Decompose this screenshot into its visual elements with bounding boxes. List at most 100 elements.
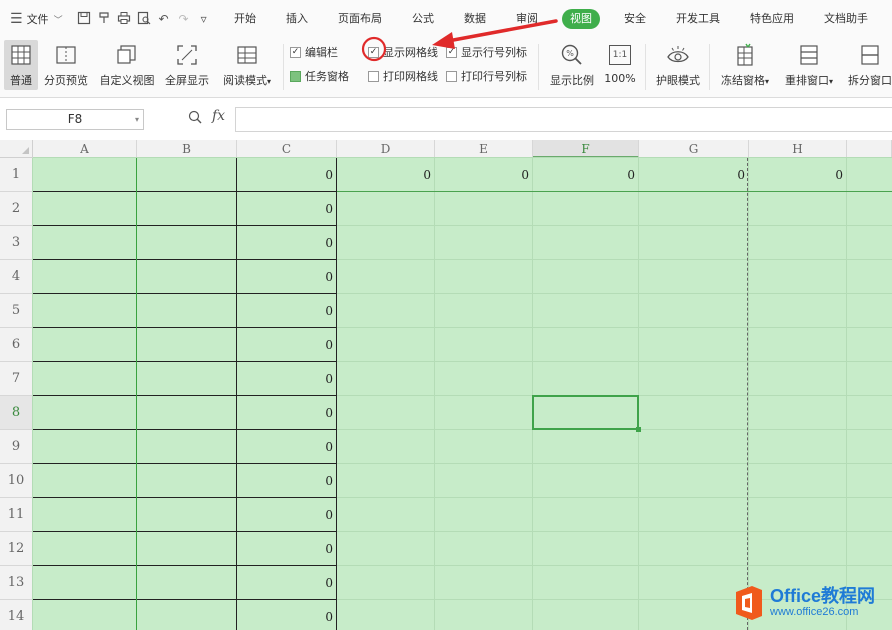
cell-d1[interactable]: 0 <box>337 158 434 192</box>
row-header-12[interactable]: 12 <box>0 532 33 566</box>
hamburger-icon: ☰ <box>10 11 23 27</box>
row-header-3[interactable]: 3 <box>0 226 33 260</box>
freeze-panes-button[interactable]: 冻结窗格▾ <box>716 40 774 90</box>
column-header-a[interactable]: A <box>33 140 137 158</box>
cell-e1[interactable]: 0 <box>435 158 532 192</box>
gridline <box>532 158 533 630</box>
cell-c2[interactable]: 0 <box>237 192 336 226</box>
row-header-10[interactable]: 10 <box>0 464 33 498</box>
watermark: Office教程网 www.office26.com <box>732 578 892 630</box>
cell-c11[interactable]: 0 <box>237 498 336 532</box>
normal-view-button[interactable]: 普通 <box>4 40 38 90</box>
edit-bar-checkbox[interactable]: ✓ 编辑栏 <box>290 44 338 60</box>
print-icon[interactable] <box>114 11 134 28</box>
name-box-value: F8 <box>67 112 83 126</box>
row-header-7[interactable]: 7 <box>0 362 33 396</box>
column-header-d[interactable]: D <box>337 140 435 158</box>
page-break-line <box>747 158 748 630</box>
cell-c12[interactable]: 0 <box>237 532 336 566</box>
cell-c4[interactable]: 0 <box>237 260 336 294</box>
task-pane-checkbox[interactable]: 任务窗格 <box>290 68 349 84</box>
fullscreen-button[interactable]: 全屏显示 <box>162 40 212 90</box>
column-header-partial[interactable] <box>847 140 892 158</box>
column-header-h[interactable]: H <box>749 140 847 158</box>
cell-c3[interactable]: 0 <box>237 226 336 260</box>
print-preview-icon[interactable] <box>134 11 154 28</box>
save-icon[interactable] <box>74 11 94 28</box>
column-header-b[interactable]: B <box>137 140 237 158</box>
checkbox-checked-icon: ✓ <box>290 46 301 58</box>
column-header-e[interactable]: E <box>435 140 533 158</box>
tab-home[interactable]: 开始 <box>228 9 262 29</box>
cell-c8[interactable]: 0 <box>237 396 336 430</box>
row-header-4[interactable]: 4 <box>0 260 33 294</box>
cell-c5[interactable]: 0 <box>237 294 336 328</box>
page-break-preview-button[interactable]: 分页预览 <box>42 40 90 90</box>
row-header-2[interactable]: 2 <box>0 192 33 226</box>
show-row-col-headers-checkbox[interactable]: ✓ 显示行号列标 <box>446 44 527 60</box>
freeze-panes-icon <box>731 42 759 68</box>
eye-protection-button[interactable]: 护眼模式 <box>652 40 704 90</box>
show-row-col-headers-label: 显示行号列标 <box>461 46 527 59</box>
insert-function-button[interactable]: fx <box>212 108 225 124</box>
tab-doc-assistant[interactable]: 文档助手 <box>818 9 874 29</box>
cell-c7[interactable]: 0 <box>237 362 336 396</box>
cell-c6[interactable]: 0 <box>237 328 336 362</box>
zoom-100-button[interactable]: 1:1 100% <box>602 40 638 90</box>
row-header-9[interactable]: 9 <box>0 430 33 464</box>
customize-dropdown-icon[interactable]: ▿ <box>194 12 214 26</box>
freeze-panes-label: 冻结窗格▾ <box>720 74 769 87</box>
column-header-f[interactable]: F <box>533 140 639 158</box>
tab-insert[interactable]: 插入 <box>280 9 314 29</box>
file-menu[interactable]: ☰ 文件 ﹀ <box>0 0 74 38</box>
tab-formulas[interactable]: 公式 <box>406 9 440 29</box>
chevron-down-icon[interactable]: ▾ <box>135 110 139 129</box>
cell-c13[interactable]: 0 <box>237 566 336 600</box>
print-gridlines-checkbox[interactable]: 打印网格线 <box>368 68 438 84</box>
row-header-11[interactable]: 11 <box>0 498 33 532</box>
tab-special-apps[interactable]: 特色应用 <box>744 9 800 29</box>
show-gridlines-checkbox[interactable]: ✓ 显示网格线 <box>368 44 438 60</box>
active-cell-selection[interactable] <box>532 395 641 432</box>
row-header-14[interactable]: 14 <box>0 600 33 630</box>
checkbox-checked-icon: ✓ <box>446 46 457 58</box>
format-painter-icon[interactable] <box>94 11 114 28</box>
zoom-formula-icon[interactable] <box>188 110 202 128</box>
tab-page-layout[interactable]: 页面布局 <box>332 9 388 29</box>
row-header-6[interactable]: 6 <box>0 328 33 362</box>
column-header-g[interactable]: G <box>639 140 749 158</box>
formula-input[interactable] <box>235 107 892 132</box>
cell-g1[interactable]: 0 <box>639 158 748 192</box>
tab-data[interactable]: 数据 <box>458 9 492 29</box>
row-header-13[interactable]: 13 <box>0 566 33 600</box>
cell-c9[interactable]: 0 <box>237 430 336 464</box>
spreadsheet-grid[interactable]: A B C D E F G H 1 2 3 4 5 6 7 8 9 10 11 12 13 14 0 0 0 0 0 0 0 0 0 0 0 0 0… <box>0 140 892 630</box>
tab-review[interactable]: 审阅 <box>510 9 544 29</box>
cell-c10[interactable]: 0 <box>237 464 336 498</box>
chevron-down-icon: ﹀ <box>53 15 63 26</box>
reading-mode-button[interactable]: 阅读模式▾ <box>218 40 276 90</box>
cell-border <box>136 158 137 630</box>
row-header-1[interactable]: 1 <box>0 158 33 192</box>
print-row-col-headers-checkbox[interactable]: 打印行号列标 <box>446 68 527 84</box>
cell-c14[interactable]: 0 <box>237 600 336 630</box>
zoom-ratio-button[interactable]: % 显示比例 <box>546 40 598 90</box>
undo-icon[interactable]: ↶ <box>154 12 174 26</box>
arrange-windows-button[interactable]: 重排窗口▾ <box>780 40 838 90</box>
row-header-5[interactable]: 5 <box>0 294 33 328</box>
custom-view-button[interactable]: 自定义视图 <box>96 40 158 90</box>
tab-view[interactable]: 视图 <box>562 9 600 29</box>
select-all-corner[interactable] <box>0 140 33 158</box>
cell-f1[interactable]: 0 <box>533 158 638 192</box>
tab-developer[interactable]: 开发工具 <box>670 9 726 29</box>
column-header-c[interactable]: C <box>237 140 337 158</box>
cell-c1[interactable]: 0 <box>237 158 336 192</box>
arrange-windows-icon <box>795 42 823 68</box>
cell-h1[interactable]: 0 <box>749 158 846 192</box>
ribbon-divider <box>645 44 646 90</box>
name-box[interactable]: F8 ▾ <box>6 109 144 130</box>
row-header-8[interactable]: 8 <box>0 396 33 430</box>
redo-icon[interactable]: ↷ <box>174 12 194 26</box>
split-window-button[interactable]: 拆分窗口 <box>844 40 892 90</box>
tab-security[interactable]: 安全 <box>618 9 652 29</box>
